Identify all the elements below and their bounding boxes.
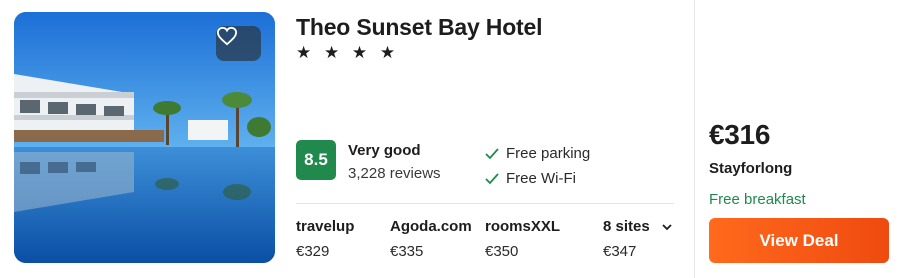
heart-icon [216, 26, 238, 46]
amenity-label: Free Wi-Fi [506, 170, 576, 187]
hotel-photo[interactable] [14, 12, 275, 263]
amenity-item: Free Wi-Fi [484, 170, 576, 187]
more-sites-dropdown[interactable]: 8 sites €347 [603, 218, 672, 260]
more-sites-toggle[interactable]: 8 sites [603, 218, 672, 235]
chevron-down-icon [662, 224, 672, 231]
site-price-travelup[interactable]: travelup €329 [296, 218, 354, 260]
site-name: roomsXXL [485, 218, 561, 235]
more-sites-price: €347 [603, 243, 637, 260]
divider [296, 203, 674, 204]
amenity-label: Free parking [506, 145, 591, 162]
view-deal-button[interactable]: View Deal [709, 218, 889, 263]
rating-label: Very good [348, 142, 421, 159]
amenity-item: Free parking [484, 145, 590, 162]
check-icon [484, 172, 500, 186]
favorite-button[interactable] [216, 26, 261, 61]
check-icon [484, 147, 500, 161]
best-deal-perk: Free breakfast [709, 191, 806, 208]
star-rating: ★ ★ ★ ★ [296, 43, 400, 62]
site-name: travelup [296, 218, 355, 235]
review-count[interactable]: 3,228 reviews [348, 165, 441, 182]
hotel-result-card[interactable]: Theo Sunset Bay Hotel ★ ★ ★ ★ 8.5 Very g… [0, 0, 907, 278]
site-price: €329 [296, 243, 330, 260]
best-deal-provider: Stayforlong [709, 160, 793, 177]
best-deal-price: €316 [709, 119, 771, 150]
column-divider [694, 0, 695, 278]
more-sites-label: 8 sites [603, 218, 650, 235]
site-price: €335 [390, 243, 424, 260]
rating-score-badge: 8.5 [296, 140, 336, 180]
site-price-agoda[interactable]: Agoda.com €335 [390, 218, 472, 260]
site-name: Agoda.com [390, 218, 472, 235]
site-price: €350 [485, 243, 519, 260]
hotel-name[interactable]: Theo Sunset Bay Hotel [296, 14, 542, 41]
site-price-roomsxxl[interactable]: roomsXXL €350 [485, 218, 560, 260]
